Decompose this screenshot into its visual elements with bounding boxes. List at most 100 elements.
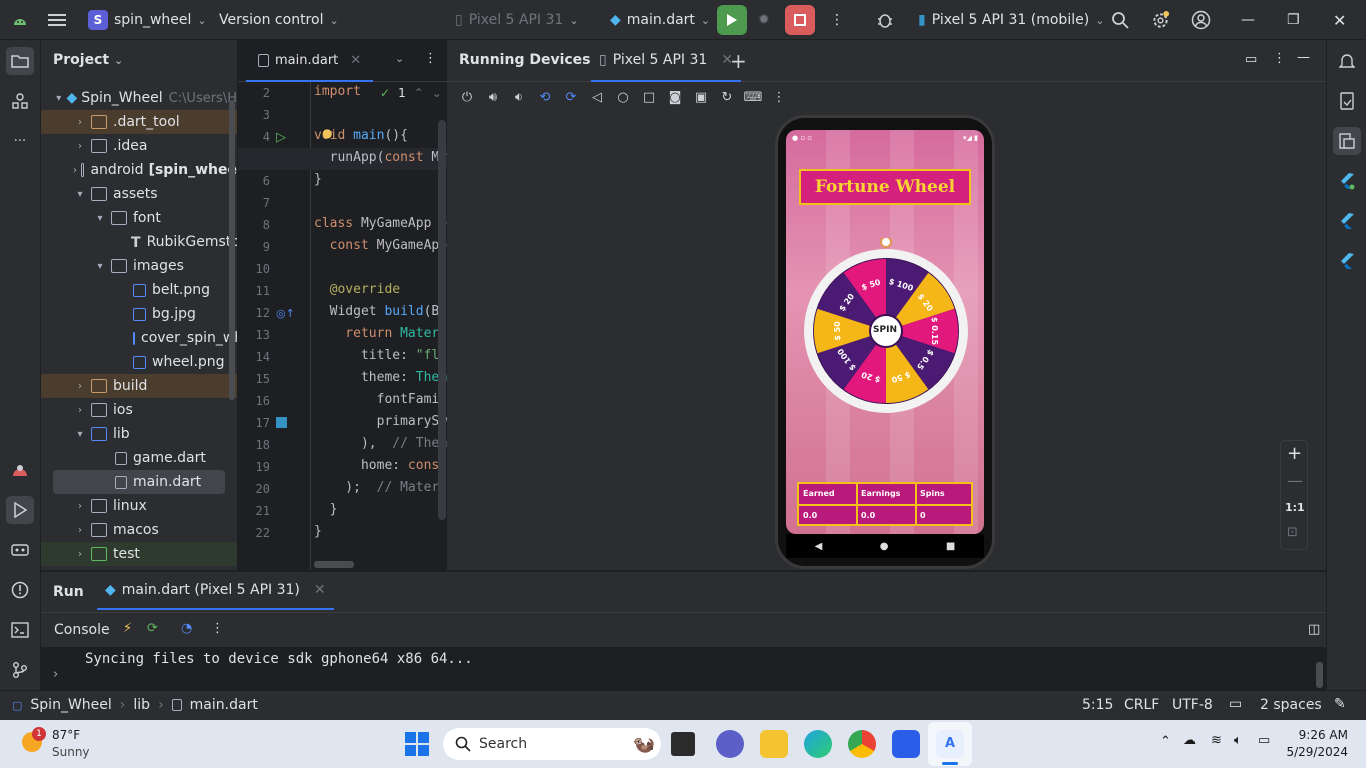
running-devices-icon[interactable] [1333,127,1361,155]
edit-lock-icon[interactable]: ✎ [1334,696,1346,712]
task-view-icon[interactable] [671,732,695,756]
console-scrollbar[interactable] [1316,662,1323,688]
tree-item-belt[interactable]: belt.png [41,278,237,302]
volume-up-icon[interactable]: 🔊︎ [480,84,506,110]
caret-position[interactable]: 5:15 [1082,697,1113,713]
device-manager-icon[interactable] [6,456,34,484]
flutter-performance-icon[interactable] [1333,247,1361,275]
line-separator[interactable]: CRLF [1124,697,1159,713]
spin-button[interactable]: SPIN [872,325,898,335]
account-icon[interactable] [1191,0,1211,40]
code-line-14[interactable]: title: "flu [314,348,447,363]
close-button[interactable]: ✕ [1333,0,1346,40]
tabs-more-icon[interactable]: ⋮ [424,51,437,66]
tree-item-macos[interactable]: › macos [41,518,237,542]
tree-item-assets[interactable]: ▾ assets [41,182,237,206]
power-icon[interactable]: ⏻ [454,84,480,110]
tab-device[interactable]: ▯ Pixel 5 API 31 ✕ [591,40,742,82]
code-line-22[interactable]: } [314,524,322,539]
chevron-up-icon[interactable]: ⌃ [414,86,424,100]
code-line-6[interactable]: } [314,172,322,187]
code-line-13[interactable]: return Materi [314,326,447,341]
tree-root[interactable]: ▾ ◆ Spin_Wheel C:\Users\H [41,86,237,110]
tree-item-dart-tool[interactable]: › .dart_tool [41,110,237,134]
code-line-18[interactable]: ), // Them [314,436,447,451]
stop-button[interactable] [785,5,815,35]
fit-screen-icon[interactable]: ⊡ [1287,525,1298,540]
chrome-icon[interactable] [848,730,876,758]
panel-options-icon[interactable]: ⋮ [1273,51,1286,66]
tabs-dropdown-chevron-icon[interactable]: ⌄ [395,52,404,65]
hot-reload-lightning-icon[interactable]: ⚡ [123,621,132,636]
tree-item-main-dart[interactable]: main.dart [53,470,225,494]
editor-hscrollbar[interactable] [314,561,354,568]
device-screen[interactable]: ● ▫ ▫ ▾◢ ▮ Fortune Wheel $ 100 $ 20 $ 0.… [786,130,984,534]
run-panel-title[interactable]: Run [53,584,84,600]
clock-time[interactable]: 9:26 AM [1298,728,1348,742]
breadcrumb-item[interactable]: lib [133,697,150,713]
close-tab-icon[interactable]: ✕ [314,582,326,598]
project-tool-folder-icon[interactable] [6,47,34,75]
rotate-left-icon[interactable]: ⟲ [532,84,558,110]
project-scrollbar[interactable] [229,100,235,400]
readonly-toggle-icon[interactable]: ▭ [1229,696,1242,712]
tree-item-game-dart[interactable]: game.dart [41,446,237,470]
code-line-17[interactable]: primarySw [314,414,447,429]
android-studio-taskbar[interactable]: A [928,722,972,766]
inspection-widget[interactable]: ✓ 1 ⌃ ⌄ [376,86,446,100]
battery-icon[interactable]: ▭ [1258,733,1270,748]
code-line-15[interactable]: theme: Them [314,370,447,385]
store-icon[interactable] [892,730,920,758]
target-device-selector[interactable]: ▮ Pixel 5 API 31 (mobile) ⌄ [918,0,1104,40]
volume-down-icon[interactable]: 🔉︎ [506,84,532,110]
restore-button[interactable]: ❐ [1287,0,1300,40]
tree-item-images[interactable]: ▾ images [41,254,237,278]
taskbar-search[interactable]: Search 🦦 [443,728,661,760]
layout-toggle-icon[interactable]: ◫ [1308,622,1320,637]
code-line-9[interactable]: const MyGameApp [314,238,447,253]
indent-setting[interactable]: 2 spaces [1260,697,1322,713]
weather-temp[interactable]: 87°F [52,728,80,742]
screenshot-camera-icon[interactable]: ◙ [662,84,688,110]
zoom-out-minus-icon[interactable]: — [1287,471,1303,490]
zoom-reset-button[interactable]: 1:1 [1285,501,1305,514]
run-config-selector[interactable]: ◆ main.dart ⌄ [610,0,710,40]
tree-item-test[interactable]: › test [41,542,237,566]
nav-recents-icon[interactable]: ■ [946,541,955,552]
rotate-right-icon[interactable]: ⟳ [558,84,584,110]
tree-item-cover[interactable]: cover_spin_wh [41,326,237,350]
teams-chat-icon[interactable] [716,730,744,758]
console-more-icon[interactable]: ⋮ [211,621,224,636]
flutter-outline-icon[interactable] [1333,207,1361,235]
tab-main-dart[interactable]: main.dart ✕ [246,40,374,82]
code-line-2[interactable]: import [314,84,361,99]
clock-date[interactable]: 5/29/2024 [1286,745,1348,759]
nav-home-icon[interactable]: ● [880,541,889,552]
flutter-inspector-icon[interactable] [1333,167,1361,195]
hot-restart-icon[interactable]: ⟳ [147,621,158,636]
console-tab[interactable]: Console [54,622,110,638]
debug-icon[interactable]: ✹ [758,0,770,40]
device-selector[interactable]: ▯ Pixel 5 API 31 ⌄ [455,0,579,40]
tree-item-idea[interactable]: › .idea [41,134,237,158]
git-icon[interactable] [6,656,34,684]
keyboard-icon[interactable]: ⌨ [740,84,766,110]
tree-item-build[interactable]: › build [41,374,237,398]
run-button[interactable] [717,5,747,35]
override-gutter-icon[interactable]: ◎↑ [276,307,295,320]
tree-item-lib[interactable]: ▾ lib [41,422,237,446]
tray-chevron-up-icon[interactable]: ⌃ [1160,734,1171,749]
code-line-12[interactable]: Widget build(Bu [314,304,447,319]
zoom-in-plus-icon[interactable]: + [1287,443,1302,464]
more-actions-icon[interactable]: ⋮ [830,0,844,40]
code-line-11[interactable]: @override [314,282,400,297]
main-menu-icon[interactable] [48,0,66,40]
structure-icon[interactable] [6,87,34,115]
tree-item-font-file[interactable]: T RubikGemstor [41,230,237,254]
tree-item-ios[interactable]: › ios [41,398,237,422]
code-line-20[interactable]: ); // Materi [314,480,447,495]
tree-item-bg[interactable]: bg.jpg [41,302,237,326]
chevron-down-icon[interactable]: ⌄ [432,86,442,100]
devtools-icon[interactable]: ◔ [181,621,192,636]
color-swatch-icon[interactable] [276,417,287,428]
